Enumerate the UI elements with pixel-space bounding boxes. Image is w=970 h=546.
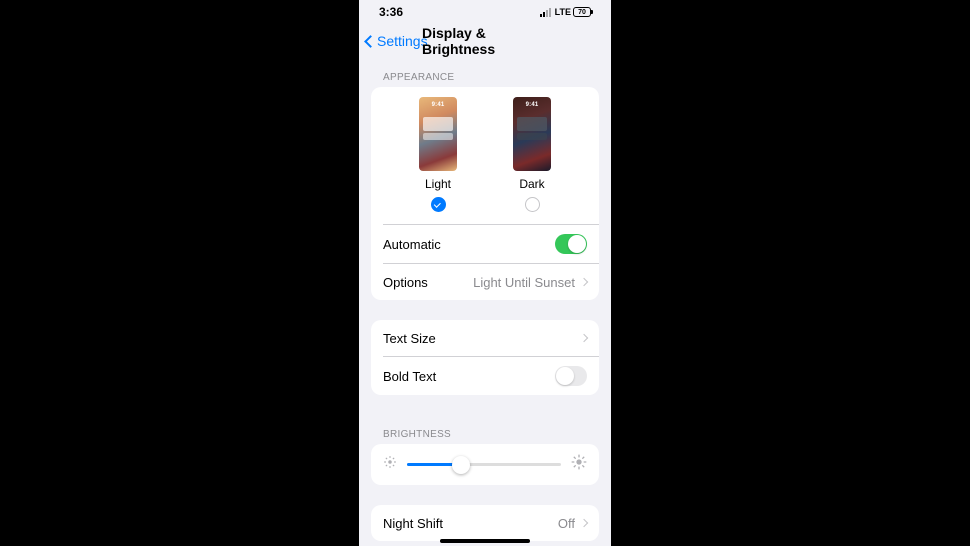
appearance-picker: 9:41 Light 9:41 Dark bbox=[371, 87, 599, 224]
phone-frame: 3:36 LTE 70 Settings Display & Brightnes… bbox=[359, 0, 611, 546]
row-night-shift[interactable]: Night Shift Off bbox=[371, 505, 599, 541]
back-button[interactable]: Settings bbox=[366, 33, 428, 49]
light-preview: 9:41 bbox=[419, 97, 457, 171]
light-label: Light bbox=[425, 177, 451, 191]
bold-text-label: Bold Text bbox=[383, 369, 436, 384]
page-title: Display & Brightness bbox=[422, 25, 548, 57]
dark-preview: 9:41 bbox=[513, 97, 551, 171]
home-indicator[interactable] bbox=[440, 539, 530, 543]
sun-max-icon bbox=[571, 454, 587, 475]
row-bold-text: Bold Text bbox=[371, 357, 599, 395]
battery-icon: 70 bbox=[573, 7, 591, 17]
row-automatic: Automatic bbox=[371, 225, 599, 263]
dark-radio[interactable] bbox=[525, 197, 540, 212]
row-text-size[interactable]: Text Size bbox=[371, 320, 599, 356]
group-night-shift: Night Shift Off bbox=[371, 505, 599, 541]
options-value: Light Until Sunset bbox=[473, 275, 575, 290]
status-bar: 3:36 LTE 70 bbox=[359, 0, 611, 24]
brightness-slider[interactable] bbox=[407, 463, 561, 466]
brightness-thumb[interactable] bbox=[452, 456, 470, 474]
sun-min-icon bbox=[383, 455, 397, 474]
night-shift-label: Night Shift bbox=[383, 516, 443, 531]
back-label: Settings bbox=[377, 33, 428, 49]
brightness-slider-row bbox=[371, 444, 599, 485]
appearance-option-dark[interactable]: 9:41 Dark bbox=[513, 97, 551, 212]
signal-icon bbox=[540, 8, 551, 17]
automatic-toggle[interactable] bbox=[555, 234, 587, 254]
automatic-label: Automatic bbox=[383, 237, 441, 252]
text-size-label: Text Size bbox=[383, 331, 436, 346]
light-radio[interactable] bbox=[431, 197, 446, 212]
appearance-option-light[interactable]: 9:41 Light bbox=[419, 97, 457, 212]
nav-bar: Settings Display & Brightness bbox=[359, 24, 611, 58]
group-appearance: 9:41 Light 9:41 Dark Automatic bbox=[371, 87, 599, 300]
row-options[interactable]: Options Light Until Sunset bbox=[371, 264, 599, 300]
chevron-left-icon bbox=[364, 35, 377, 48]
section-header-appearance: APPEARANCE bbox=[359, 58, 611, 87]
chevron-right-icon bbox=[580, 278, 588, 286]
chevron-right-icon bbox=[580, 334, 588, 342]
section-header-brightness: BRIGHTNESS bbox=[359, 415, 611, 444]
group-text: Text Size Bold Text bbox=[371, 320, 599, 395]
bold-text-toggle[interactable] bbox=[555, 366, 587, 386]
group-brightness bbox=[371, 444, 599, 485]
options-label: Options bbox=[383, 275, 428, 290]
dark-label: Dark bbox=[519, 177, 544, 191]
lte-label: LTE bbox=[555, 7, 571, 17]
status-time: 3:36 bbox=[379, 5, 403, 19]
content-scroll[interactable]: APPEARANCE 9:41 Light 9:41 Dark bbox=[359, 58, 611, 546]
night-shift-value: Off bbox=[558, 516, 575, 531]
chevron-right-icon bbox=[580, 519, 588, 527]
